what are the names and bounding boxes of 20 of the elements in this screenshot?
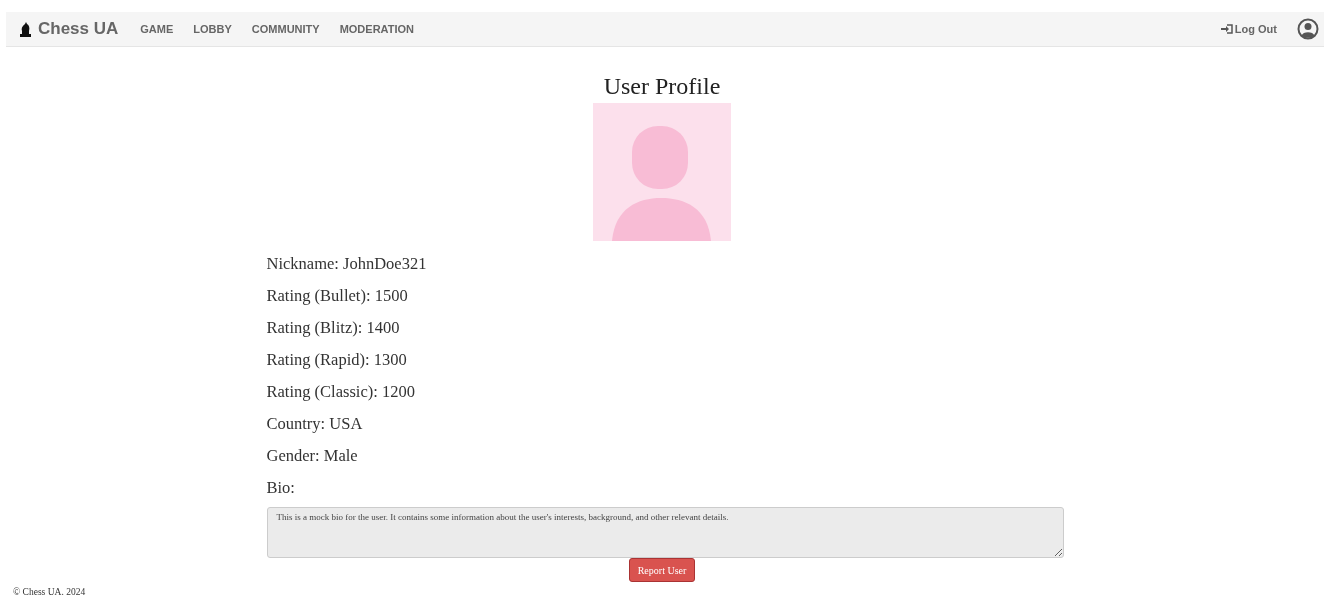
logout-link[interactable]: Log Out [1220, 23, 1277, 35]
nav-link[interactable]: LOBBY [183, 23, 242, 35]
nav-link[interactable]: COMMUNITY [241, 23, 330, 35]
profile-field: Rating (Classic): 1200 [266, 377, 1064, 409]
profile-field: Country: USA [266, 409, 1064, 441]
brand-link[interactable]: Chess UA [19, 19, 119, 39]
nav-link[interactable]: GAME [130, 23, 184, 35]
report-user-button[interactable]: Report User [628, 558, 696, 582]
user-avatar-icon[interactable] [1297, 18, 1319, 40]
page-title: User Profile [602, 74, 722, 98]
profile-field: Rating (Blitz): 1400 [266, 313, 1064, 345]
profile-field: Rating (Rapid): 1300 [266, 345, 1064, 377]
copyright-text: © Chess UA. 2024 [13, 587, 86, 597]
sign-in-icon [1220, 24, 1233, 34]
bio-label: Bio: [266, 477, 296, 499]
profile-field: Nickname: JohnDoe321 [266, 249, 1064, 281]
profile-field: Gender: Male [266, 441, 1064, 473]
bio-field[interactable]: This is a mock bio for the user. It contains some information about the user's interests, background, and other relevant details. [266, 507, 1064, 558]
nav-link[interactable]: MODERATION [329, 23, 424, 35]
profile-field: Rating (Bullet): 1500 [266, 281, 1064, 313]
